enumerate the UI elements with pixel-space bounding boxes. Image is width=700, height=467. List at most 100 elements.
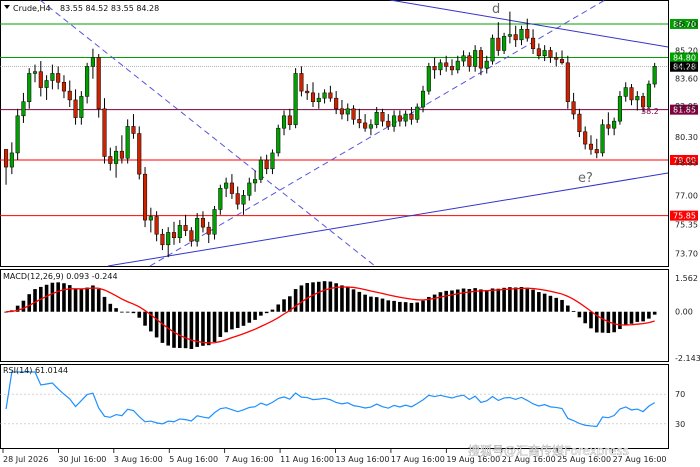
macd-bar	[351, 289, 356, 312]
macd-bar	[513, 287, 518, 312]
candle-body	[85, 66, 90, 97]
candle-body	[90, 57, 95, 67]
macd-bar	[241, 311, 246, 326]
candle-body	[27, 73, 32, 102]
macd-bar	[450, 290, 454, 312]
macd-bar	[571, 311, 576, 312]
symbol-label: Crude,H4	[13, 4, 51, 13]
candle-body	[212, 209, 217, 235]
macd-bar	[120, 311, 124, 313]
macd-bar	[369, 296, 373, 312]
candle-body	[206, 226, 211, 235]
candle-body	[114, 150, 119, 164]
candle-body	[449, 66, 455, 71]
candle-body	[189, 230, 194, 242]
macd-bar	[102, 296, 107, 312]
macd-bar	[316, 281, 321, 312]
candle-body	[299, 73, 304, 92]
candle-body	[461, 55, 466, 62]
macd-bar	[438, 292, 443, 312]
macd-bar	[398, 301, 402, 312]
candle-body	[629, 87, 634, 101]
candle-body	[264, 159, 269, 170]
macd-bar	[230, 311, 234, 330]
x-tick-label: 28 Jul 2026	[3, 455, 48, 464]
candle-body	[623, 87, 628, 97]
candle-body	[357, 119, 362, 124]
candle-body	[635, 96, 640, 101]
level-tag-75.85: 75.85	[673, 212, 696, 221]
x-tick-label: 3 Aug 16:00	[114, 455, 163, 464]
candle-body	[160, 233, 165, 246]
candle-body	[536, 48, 541, 57]
macd-bar	[432, 294, 437, 312]
candle-body	[4, 149, 9, 168]
candle-body	[478, 50, 483, 69]
macd-bar	[525, 287, 530, 312]
macd-bar	[62, 283, 66, 312]
candle-body	[565, 62, 570, 102]
candle-body	[496, 37, 501, 51]
candle-body	[409, 113, 414, 120]
candle-body	[473, 50, 478, 67]
candle-body	[148, 216, 153, 221]
candle-body	[316, 97, 321, 102]
rsi-y-tick: 30	[675, 420, 685, 429]
y-tick-label: 82.05	[675, 102, 698, 111]
candle-body	[363, 122, 368, 129]
macd-bar	[484, 289, 489, 312]
macd-bar	[293, 289, 298, 312]
candle-body	[548, 50, 553, 58]
candle-body	[38, 71, 43, 88]
candle-body	[467, 55, 472, 67]
candle-body	[218, 188, 223, 210]
macd-bar	[91, 285, 95, 312]
candle-body	[67, 90, 72, 101]
fib-label: 38.2	[641, 107, 659, 116]
macd-bar	[490, 288, 495, 312]
macd-bar	[542, 293, 547, 312]
macd-bar	[455, 289, 460, 312]
candle-body	[339, 108, 344, 115]
macd-bar	[357, 291, 362, 312]
candle-body	[368, 124, 373, 129]
y-tick-label: 78.85	[675, 159, 698, 168]
candle-body	[525, 29, 530, 39]
candle-body	[490, 37, 495, 62]
candle-body	[177, 225, 182, 238]
macd-bar	[21, 300, 26, 312]
macd-bar	[380, 298, 385, 312]
candle-body	[183, 225, 188, 231]
macd-bar	[33, 289, 37, 312]
macd-bar	[160, 311, 165, 343]
macd-bar	[253, 311, 257, 320]
candle-body	[328, 92, 333, 99]
candle-body	[305, 90, 310, 94]
candle-body	[426, 66, 431, 92]
candle-body	[32, 71, 38, 74]
macd-bar	[345, 286, 350, 312]
macd-bar	[531, 289, 535, 312]
x-tick-label: 5 Aug 16:00	[169, 455, 218, 464]
macd-bar	[44, 284, 49, 312]
y-tick-label: 73.70	[675, 250, 698, 259]
x-tick-label: 7 Aug 16:00	[225, 455, 274, 464]
candle-body	[171, 232, 177, 238]
macd-bar	[206, 311, 211, 346]
candle-body	[224, 182, 229, 189]
macd-bar	[502, 287, 506, 312]
macd-bar	[415, 302, 420, 312]
macd-bar	[403, 302, 408, 312]
macd-bar	[548, 295, 553, 312]
macd-bar	[641, 311, 645, 322]
y-tick-label: 83.60	[675, 75, 698, 84]
macd-bar	[519, 287, 524, 312]
candle-body	[420, 90, 426, 108]
candle-body	[415, 106, 420, 120]
macd-bar	[409, 302, 414, 312]
candle-body	[600, 124, 605, 154]
candle-body	[9, 152, 14, 168]
rsi-label: RSI(14) 61.0144	[3, 366, 68, 375]
candle-body	[374, 112, 379, 125]
macd-bar	[652, 311, 657, 315]
